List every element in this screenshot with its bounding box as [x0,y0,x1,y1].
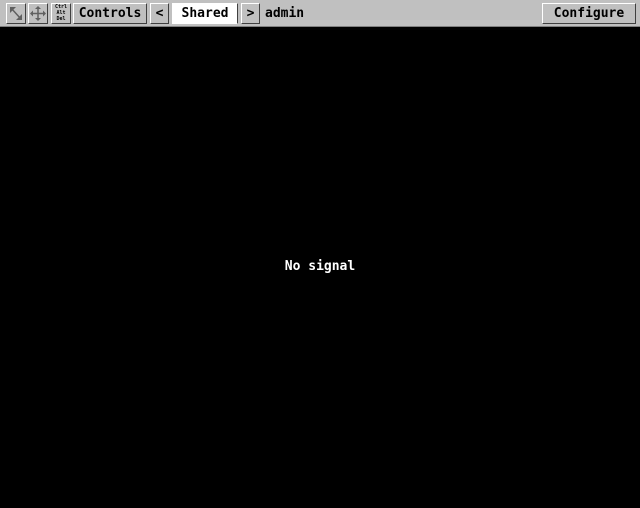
move-mode-button[interactable] [28,3,48,24]
controls-button[interactable]: Controls [73,3,147,24]
ctrl-alt-del-icon: Ctrl Alt Del [52,4,70,22]
next-tab-button[interactable]: > [241,3,260,24]
ctrl-alt-del-button[interactable]: Ctrl Alt Del [51,3,71,24]
tab-shared[interactable]: Shared [172,3,238,24]
no-signal-message: No signal [284,259,356,274]
resize-arrow-icon [10,7,22,20]
prev-tab-button[interactable]: < [150,3,169,24]
move-cross-icon [30,6,46,21]
ctrl-alt-del-line: Del [56,16,66,22]
kvm-toolbar: Ctrl Alt Del Controls < Shared > admin C… [0,0,640,27]
fit-to-window-button[interactable] [6,3,26,24]
user-label: admin [265,6,305,21]
remote-screen[interactable]: No signal [0,27,640,508]
configure-button[interactable]: Configure [542,3,636,24]
